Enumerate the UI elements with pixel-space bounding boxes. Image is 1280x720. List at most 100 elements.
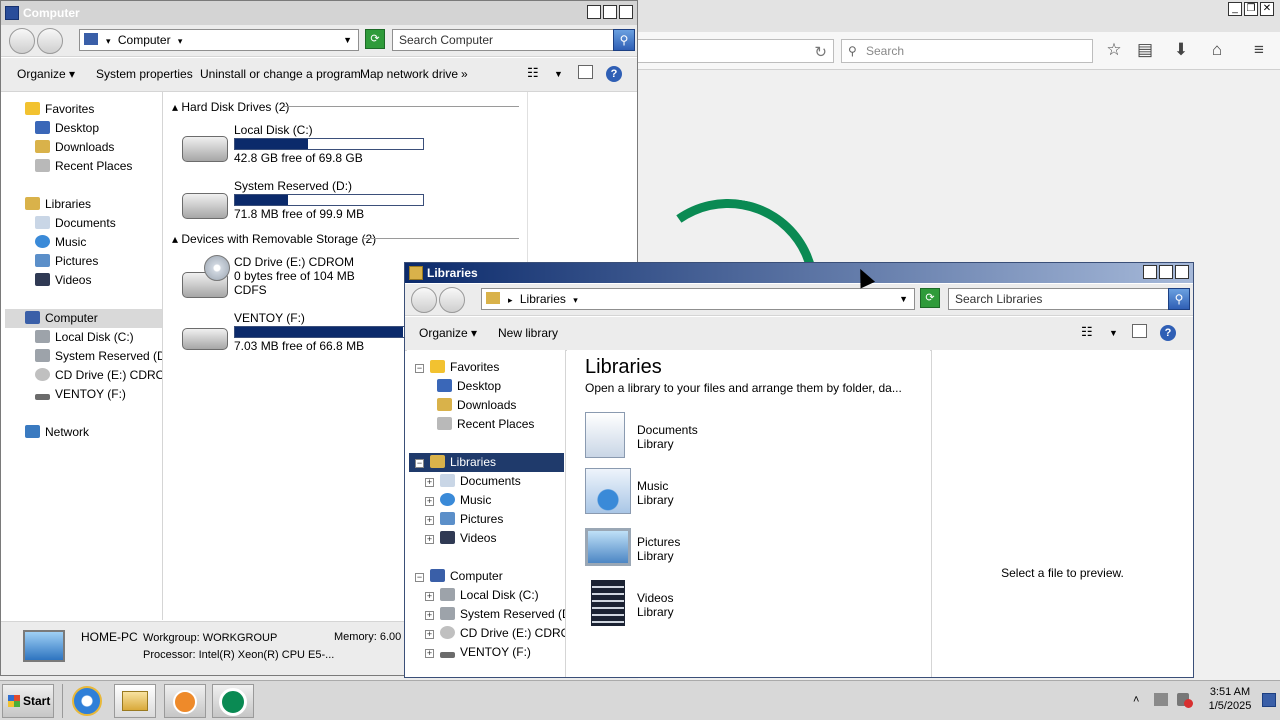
organize-menu[interactable]: Organize ▾ bbox=[17, 67, 75, 81]
nav-videos[interactable]: Videos bbox=[35, 271, 91, 290]
address-field[interactable]: ▸ Libraries ▾ ▼ bbox=[481, 288, 915, 310]
nav-drive-c[interactable]: Local Disk (C:) bbox=[35, 328, 134, 347]
libraries-titlebar[interactable]: Libraries _ □ ✕ bbox=[405, 263, 1193, 283]
close-button[interactable]: ✕ bbox=[1175, 265, 1189, 279]
menu-icon[interactable]: ≡ bbox=[1248, 40, 1270, 60]
nav-downloads[interactable]: Downloads bbox=[437, 396, 516, 415]
minimize-button[interactable]: _ bbox=[587, 5, 601, 19]
explorer-taskbar-button[interactable] bbox=[114, 684, 156, 718]
library-item-music[interactable]: Music Library bbox=[585, 468, 785, 518]
library-item-pictures[interactable]: Pictures Library bbox=[585, 524, 785, 574]
nav-recent-places[interactable]: Recent Places bbox=[437, 415, 534, 434]
desktop-icon bbox=[35, 121, 50, 134]
nav-downloads[interactable]: Downloads bbox=[35, 138, 114, 157]
hdd-section-header[interactable]: ▴ Hard Disk Drives (2) bbox=[172, 100, 289, 114]
reload-icon[interactable]: ↻ bbox=[814, 43, 827, 61]
nav-libraries[interactable]: − Libraries bbox=[409, 453, 564, 472]
view-dropdown-icon[interactable]: ▼ bbox=[554, 69, 563, 79]
browser-search-input[interactable]: ⚲ Search bbox=[841, 39, 1093, 63]
search-icon[interactable]: ⚲ bbox=[613, 29, 635, 51]
download-icon[interactable]: ⬇ bbox=[1170, 40, 1192, 60]
nav-drive-e[interactable]: +CD Drive (E:) CDROM bbox=[425, 624, 565, 643]
map-network-drive-button[interactable]: Map network drive bbox=[360, 67, 458, 81]
hard-drive-d-icon bbox=[182, 193, 228, 219]
drive-d-name[interactable]: System Reserved (D:) bbox=[234, 179, 352, 193]
nav-videos[interactable]: + Videos bbox=[425, 529, 496, 548]
help-icon[interactable]: ? bbox=[1160, 325, 1176, 341]
media-player-taskbar-button[interactable] bbox=[164, 684, 206, 718]
preview-pane-icon[interactable] bbox=[578, 65, 593, 79]
library-item-videos[interactable]: Videos Library bbox=[585, 580, 785, 630]
search-icon[interactable]: ⚲ bbox=[1168, 288, 1190, 310]
nav-drive-f[interactable]: + VENTOY (F:) bbox=[425, 643, 531, 662]
library-item-documents[interactable]: Documents Library bbox=[585, 412, 785, 462]
clock[interactable]: 3:51 AM 1/5/2025 bbox=[1200, 685, 1260, 713]
close-button[interactable]: ✕ bbox=[619, 5, 633, 19]
search-input[interactable]: Search Libraries bbox=[948, 288, 1170, 310]
start-button[interactable]: Start bbox=[2, 684, 54, 718]
nav-drive-f[interactable]: VENTOY (F:) bbox=[35, 385, 126, 404]
nav-favorites[interactable]: − Favorites bbox=[415, 358, 499, 377]
nav-drive-e[interactable]: CD Drive (E:) CDROM bbox=[35, 366, 162, 385]
address-field[interactable]: ▾ Computer ▾ ▼ bbox=[79, 29, 359, 51]
drive-e-name[interactable]: CD Drive (E:) CDROM bbox=[234, 255, 354, 269]
drive-f-name[interactable]: VENTOY (F:) bbox=[234, 311, 305, 325]
minimize-button[interactable]: _ bbox=[1228, 2, 1242, 16]
reading-list-icon[interactable]: ▤ bbox=[1134, 40, 1156, 60]
preview-pane-icon[interactable] bbox=[1132, 324, 1147, 338]
minimize-button[interactable]: _ bbox=[1143, 265, 1157, 279]
more-commands-button[interactable]: » bbox=[461, 67, 468, 81]
nav-libraries[interactable]: Libraries bbox=[25, 195, 91, 214]
nav-recent-places[interactable]: Recent Places bbox=[35, 157, 132, 176]
help-icon[interactable]: ? bbox=[606, 66, 622, 82]
browser-taskbar-button[interactable] bbox=[212, 684, 254, 718]
view-options-icon[interactable]: ☷ bbox=[1081, 324, 1093, 340]
computer-titlebar[interactable]: Computer _ □ ✕ bbox=[1, 1, 637, 25]
restore-button[interactable]: ❐ bbox=[1244, 2, 1258, 16]
nav-documents[interactable]: Documents bbox=[35, 214, 116, 233]
address-history-dropdown-icon[interactable]: ▼ bbox=[343, 30, 352, 50]
drive-c-name[interactable]: Local Disk (C:) bbox=[234, 123, 313, 137]
nav-computer[interactable]: Computer bbox=[5, 309, 162, 328]
internet-explorer-icon[interactable] bbox=[72, 686, 102, 716]
network-tray-icon[interactable] bbox=[1154, 693, 1168, 706]
breadcrumb-dropdown-icon[interactable]: ▾ bbox=[178, 36, 183, 46]
maximize-button[interactable]: □ bbox=[603, 5, 617, 19]
search-input[interactable]: Search Computer bbox=[392, 29, 614, 51]
nav-computer[interactable]: − Computer bbox=[415, 567, 503, 586]
refresh-icon[interactable]: ⟳ bbox=[365, 29, 385, 49]
nav-favorites[interactable]: Favorites bbox=[25, 100, 94, 119]
show-desktop-icon[interactable] bbox=[1262, 693, 1276, 707]
nav-drive-d[interactable]: +System Reserved (D:) bbox=[425, 605, 565, 624]
removable-section-header[interactable]: ▴ Devices with Removable Storage (2) bbox=[172, 232, 376, 246]
close-button[interactable]: ✕ bbox=[1260, 2, 1274, 16]
forward-button[interactable] bbox=[439, 287, 465, 313]
nav-pictures[interactable]: + Pictures bbox=[425, 510, 503, 529]
nav-desktop[interactable]: Desktop bbox=[35, 119, 99, 138]
back-button[interactable] bbox=[9, 28, 35, 54]
back-button[interactable] bbox=[411, 287, 437, 313]
nav-music[interactable]: Music bbox=[35, 233, 86, 252]
tray-expand-icon[interactable]: ˄ bbox=[1133, 693, 1139, 707]
nav-pictures[interactable]: Pictures bbox=[35, 252, 98, 271]
view-dropdown-icon[interactable]: ▼ bbox=[1109, 328, 1118, 338]
nav-documents[interactable]: + Documents bbox=[425, 472, 521, 491]
breadcrumb-dropdown-icon[interactable]: ▾ bbox=[573, 295, 578, 305]
refresh-icon[interactable]: ⟳ bbox=[920, 288, 940, 308]
home-icon[interactable]: ⌂ bbox=[1206, 40, 1228, 60]
uninstall-program-button[interactable]: Uninstall or change a program bbox=[200, 67, 361, 81]
bookmark-star-icon[interactable]: ☆ bbox=[1103, 40, 1125, 60]
url-bar[interactable]: ↻ bbox=[638, 39, 834, 63]
nav-drive-c[interactable]: + Local Disk (C:) bbox=[425, 586, 539, 605]
system-properties-button[interactable]: System properties bbox=[96, 67, 193, 81]
address-history-dropdown-icon[interactable]: ▼ bbox=[899, 289, 908, 309]
nav-network[interactable]: Network bbox=[25, 423, 89, 442]
organize-menu[interactable]: Organize ▾ bbox=[419, 326, 477, 340]
nav-desktop[interactable]: Desktop bbox=[437, 377, 501, 396]
nav-music[interactable]: + Music bbox=[425, 491, 491, 510]
forward-button[interactable] bbox=[37, 28, 63, 54]
nav-drive-d[interactable]: System Reserved (D:) bbox=[35, 347, 162, 366]
maximize-button[interactable]: □ bbox=[1159, 265, 1173, 279]
view-options-icon[interactable]: ☷ bbox=[527, 65, 539, 81]
new-library-button[interactable]: New library bbox=[498, 326, 558, 340]
